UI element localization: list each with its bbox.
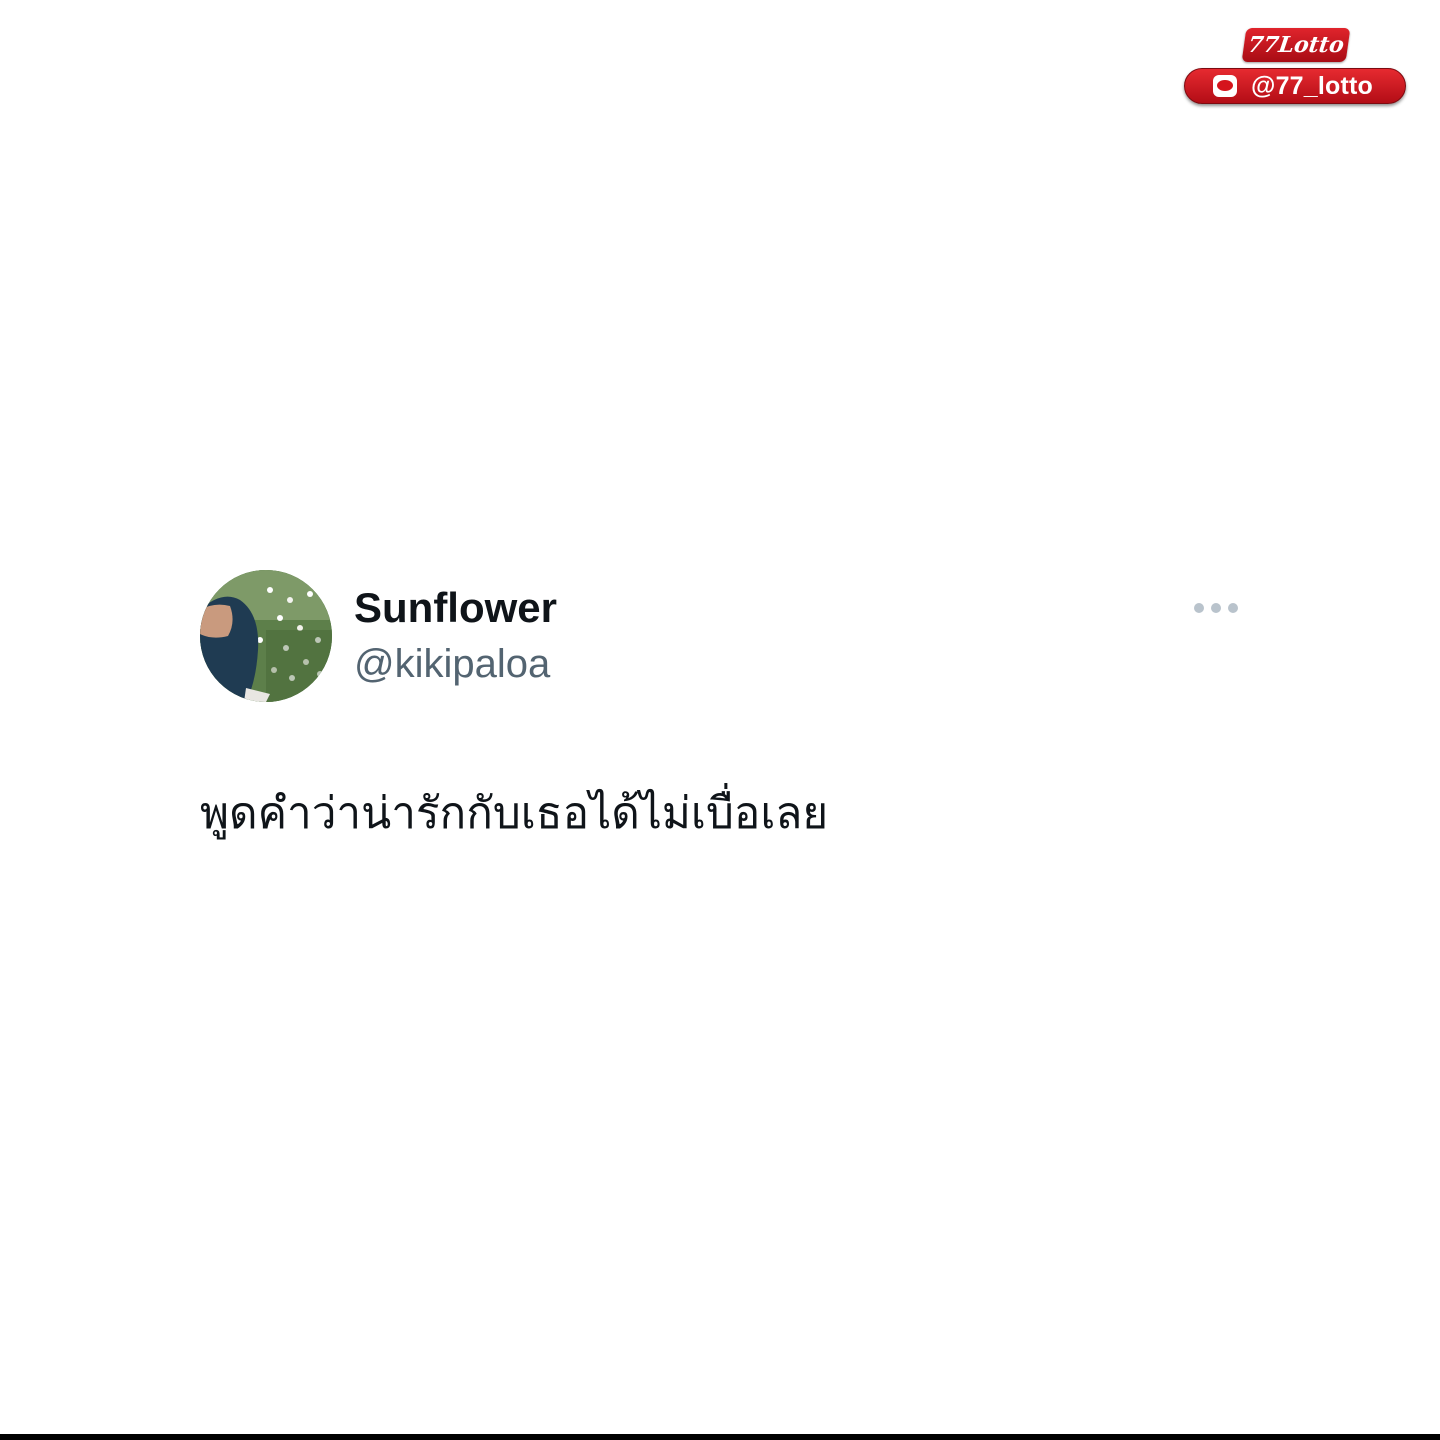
more-dot: [1211, 603, 1221, 613]
avatar[interactable]: [200, 570, 332, 702]
bottom-border: [0, 1434, 1440, 1440]
watermark-badge: 77Lotto @77_lotto: [1184, 28, 1408, 106]
watermark-handle: @77_lotto: [1251, 72, 1374, 100]
watermark-brand-logo: 77Lotto: [1241, 28, 1351, 62]
line-app-icon: [1213, 75, 1237, 97]
avatar-photo: [200, 570, 332, 702]
display-name[interactable]: Sunflower: [354, 584, 557, 632]
more-options-icon[interactable]: [1194, 596, 1238, 620]
tweet-text: พูดคำว่าน่ารักกับเธอได้ไม่เบื่อเลย: [200, 788, 829, 839]
user-handle[interactable]: @kikipaloa: [354, 642, 550, 687]
more-dot: [1228, 603, 1238, 613]
more-dot: [1194, 603, 1204, 613]
watermark-handle-pill: @77_lotto: [1184, 68, 1406, 104]
